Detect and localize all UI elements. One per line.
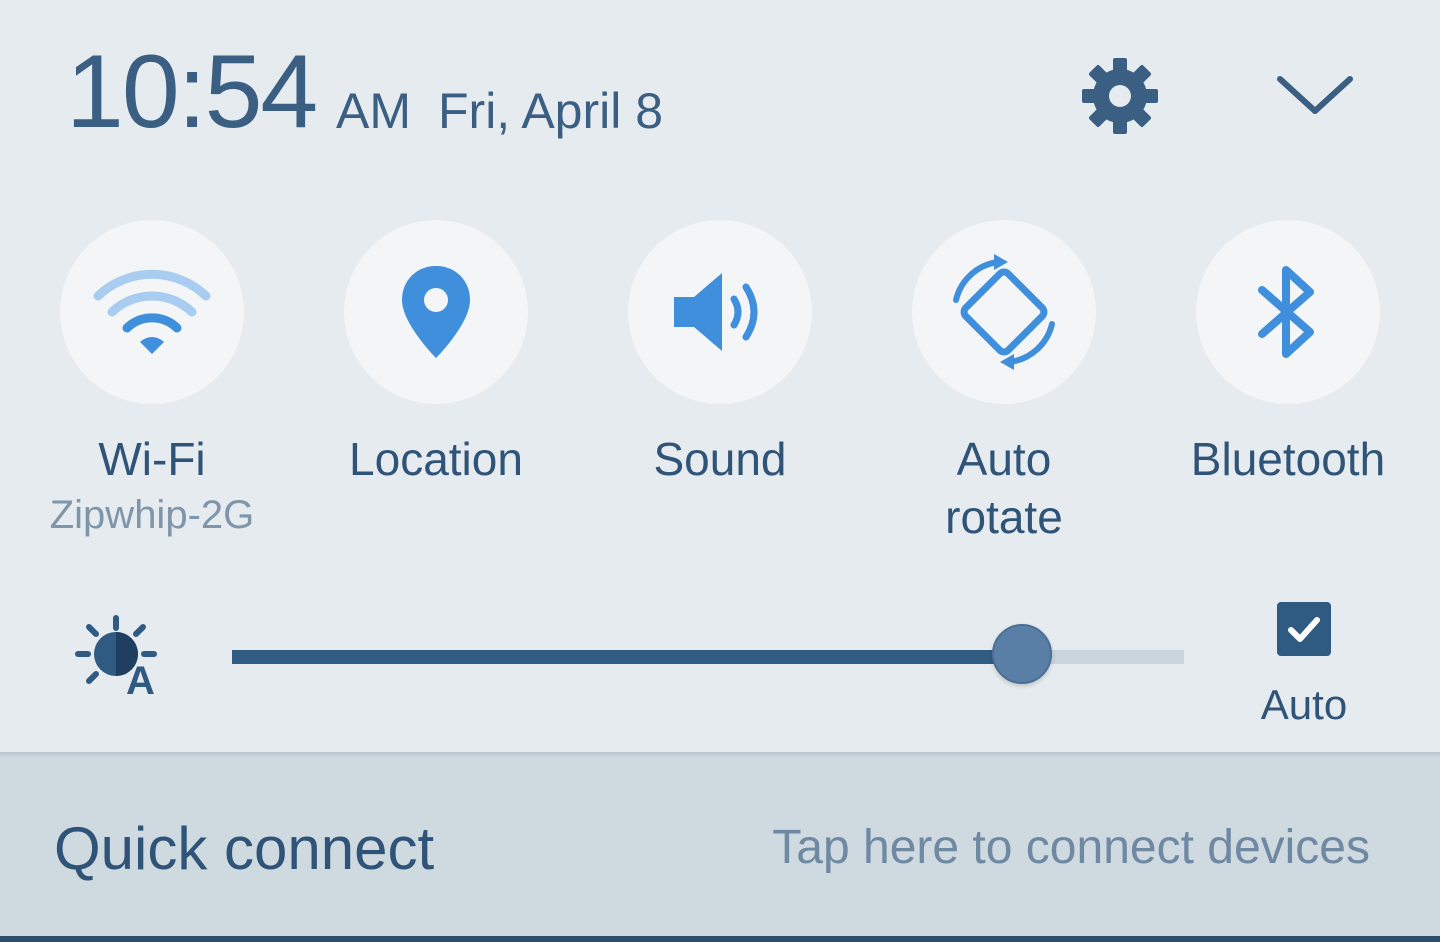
rotate-icon <box>953 254 1055 370</box>
brightness-control: A Auto <box>0 590 1440 750</box>
notification-panel: 10:54 AM Fri, April 8 Wi-Fi Zipwhip-2G L… <box>0 0 1440 942</box>
toggle-bluetooth-circle[interactable] <box>1196 220 1380 404</box>
toggle-auto-rotate-label: Auto rotate <box>945 433 1063 543</box>
panel-header: 10:54 AM Fri, April 8 <box>0 0 1440 170</box>
toggle-sound-label: Sound <box>653 433 787 485</box>
gear-icon <box>1082 58 1158 134</box>
clock-time: 10:54 <box>66 34 318 150</box>
toggle-auto-rotate[interactable]: Auto rotate <box>862 220 1146 546</box>
brightness-slider-thumb[interactable] <box>992 624 1053 684</box>
wifi-icon <box>93 269 211 354</box>
settings-button[interactable] <box>1076 52 1164 140</box>
toggle-wifi[interactable]: Wi-Fi Zipwhip-2G <box>10 220 294 540</box>
chevron-down-icon <box>1277 76 1353 114</box>
toggle-sound-circle[interactable] <box>628 220 812 404</box>
toggle-bluetooth[interactable]: Bluetooth <box>1146 220 1430 488</box>
quick-connect-bar[interactable]: Quick connect Tap here to connect device… <box>0 752 1440 936</box>
quick-connect-title: Quick connect <box>54 815 435 882</box>
toggle-wifi-circle[interactable] <box>60 220 244 404</box>
volume-icon <box>674 273 758 351</box>
auto-brightness-icon: A <box>70 614 166 703</box>
checkmark-icon <box>1288 617 1320 642</box>
toggle-wifi-network: Zipwhip-2G <box>49 493 255 537</box>
collapse-panel-button[interactable] <box>1270 60 1360 132</box>
toggle-sound[interactable]: Sound <box>578 220 862 488</box>
toggle-location[interactable]: Location <box>294 220 578 488</box>
location-pin-icon <box>402 266 470 358</box>
date-label: Fri, April 8 <box>438 83 664 139</box>
bottom-divider <box>0 936 1440 942</box>
auto-brightness-label: Auto <box>1260 681 1348 728</box>
brightness-slider-fill <box>232 650 1023 664</box>
brightness-slider[interactable] <box>232 624 1184 684</box>
toggle-bluetooth-label: Bluetooth <box>1190 433 1386 485</box>
toggle-auto-rotate-circle[interactable] <box>912 220 1096 404</box>
toggle-wifi-label: Wi-Fi <box>98 433 206 485</box>
svg-text:A: A <box>126 659 155 698</box>
auto-brightness-checkbox[interactable] <box>1277 602 1331 656</box>
quick-settings-toggles: Wi-Fi Zipwhip-2G Location Sound Auto rot… <box>0 220 1440 550</box>
bluetooth-icon <box>1258 266 1314 358</box>
clock-ampm: AM <box>336 83 411 139</box>
toggle-location-label: Location <box>349 433 523 485</box>
toggle-location-circle[interactable] <box>344 220 528 404</box>
quick-connect-hint: Tap here to connect devices <box>772 821 1370 874</box>
